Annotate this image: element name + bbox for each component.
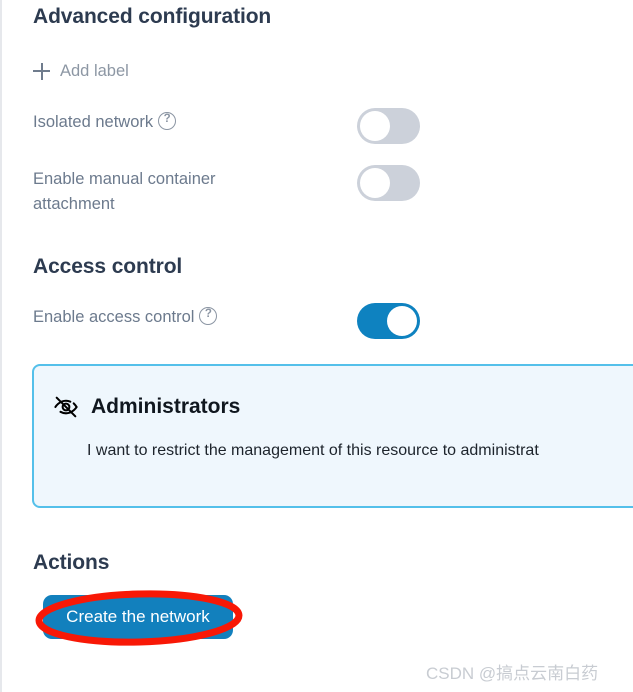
label-manual-container-attachment: Enable manual container attachment <box>33 170 216 213</box>
question-mark-icon[interactable] <box>199 307 218 325</box>
toggle-knob <box>360 168 390 198</box>
toggle-knob <box>360 111 390 141</box>
label-enable-access-control-text: Enable access control <box>33 308 195 326</box>
section-title-access-control: Access control <box>33 255 183 278</box>
advanced-configuration-panel: Advanced configuration Add label Isolate… <box>0 0 633 692</box>
administrators-info-box-header: Administrators <box>53 394 240 420</box>
add-label-text: Add label <box>60 61 129 80</box>
create-the-network-button[interactable]: Create the network <box>43 595 233 639</box>
eye-off-icon <box>54 396 78 418</box>
administrators-info-box-title: Administrators <box>91 395 241 418</box>
toggle-isolated-network[interactable] <box>357 108 420 144</box>
toggle-knob <box>387 306 417 336</box>
label-isolated-network: Isolated network <box>33 110 288 135</box>
toggle-manual-container-attachment[interactable] <box>357 165 420 201</box>
csdn-watermark: CSDN @搞点云南白药 <box>426 664 599 683</box>
section-title-actions: Actions <box>33 551 110 574</box>
plus-icon <box>33 62 50 80</box>
administrators-info-box-body: I want to restrict the management of thi… <box>87 442 539 459</box>
toggle-enable-access-control[interactable] <box>357 303 420 339</box>
section-title-advanced-configuration: Advanced configuration <box>33 5 272 28</box>
add-label-button[interactable]: Add label <box>33 58 129 84</box>
label-isolated-network-text: Isolated network <box>33 113 154 131</box>
label-enable-access-control: Enable access control <box>33 305 288 330</box>
question-mark-icon[interactable] <box>158 112 177 130</box>
administrators-info-box: Administrators I want to restrict the ma… <box>32 364 633 508</box>
